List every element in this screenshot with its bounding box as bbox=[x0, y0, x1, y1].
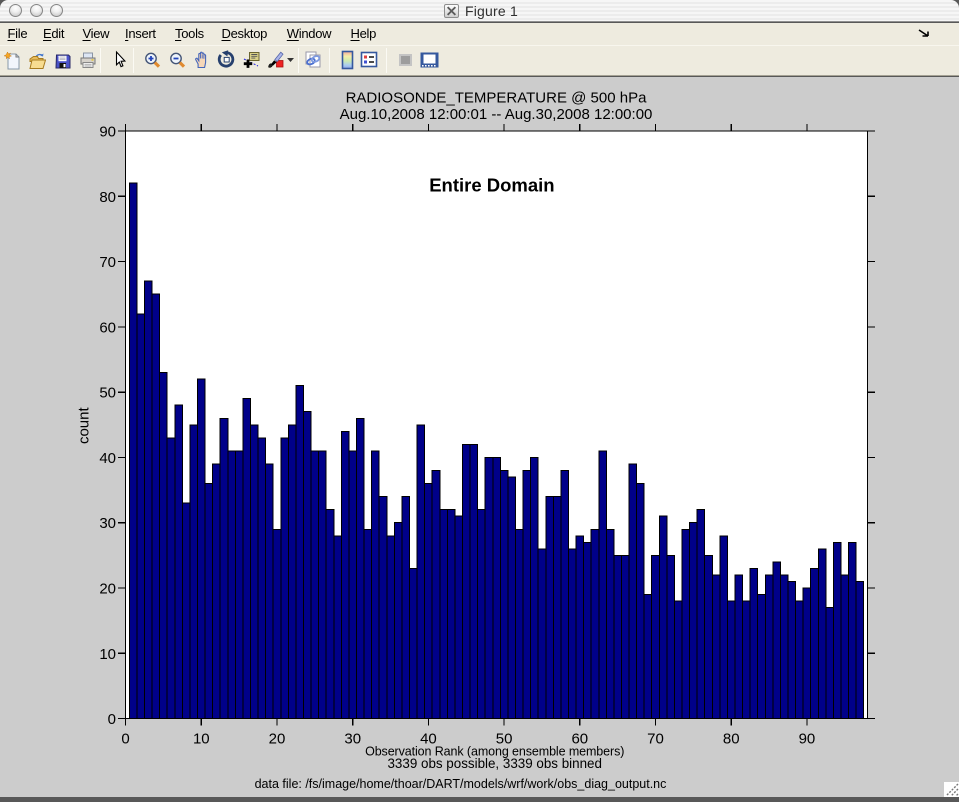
svg-text:60: 60 bbox=[99, 319, 116, 336]
svg-text:80: 80 bbox=[723, 731, 740, 748]
svg-text:count: count bbox=[76, 407, 93, 445]
svg-text:data file: /fs/image/home/thoa: data file: /fs/image/home/thoar/DART/mod… bbox=[255, 777, 667, 791]
svg-text:20: 20 bbox=[99, 581, 116, 598]
svg-text:10: 10 bbox=[99, 646, 116, 663]
svg-text:80: 80 bbox=[99, 189, 116, 206]
svg-text:0: 0 bbox=[121, 731, 129, 748]
svg-text:3339 obs possible, 3339 obs bi: 3339 obs possible, 3339 obs binned bbox=[387, 756, 601, 771]
svg-text:0: 0 bbox=[108, 711, 116, 728]
svg-text:20: 20 bbox=[269, 731, 286, 748]
svg-text:30: 30 bbox=[344, 731, 361, 748]
svg-text:RADIOSONDE_TEMPERATURE @ 500 h: RADIOSONDE_TEMPERATURE @ 500 hPa bbox=[346, 90, 648, 107]
svg-text:Aug.10,2008 12:00:01 -- Aug.30: Aug.10,2008 12:00:01 -- Aug.30,2008 12:0… bbox=[340, 106, 653, 123]
svg-text:90: 90 bbox=[799, 731, 816, 748]
svg-text:50: 50 bbox=[99, 385, 116, 402]
svg-text:90: 90 bbox=[99, 124, 116, 141]
svg-text:30: 30 bbox=[99, 515, 116, 532]
svg-text:10: 10 bbox=[193, 731, 210, 748]
svg-text:70: 70 bbox=[99, 254, 116, 271]
svg-text:Entire Domain: Entire Domain bbox=[429, 175, 554, 196]
svg-text:70: 70 bbox=[647, 731, 664, 748]
svg-text:40: 40 bbox=[99, 450, 116, 467]
